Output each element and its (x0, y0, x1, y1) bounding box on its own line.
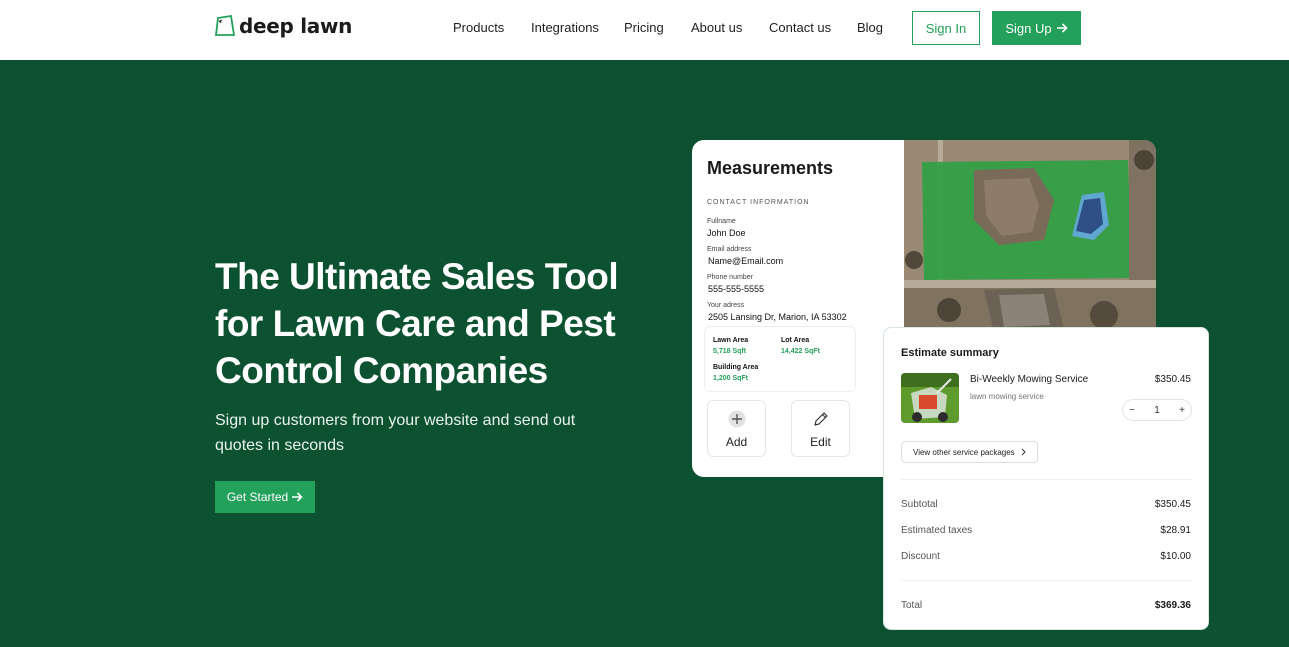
nav-pricing[interactable]: Pricing (624, 20, 664, 35)
lawn-area-value: 5,718 Sqft (713, 348, 747, 355)
nav-about-us[interactable]: About us (691, 20, 742, 35)
get-started-button[interactable]: Get Started (215, 481, 315, 513)
measurements-title: Measurements (707, 158, 834, 178)
nav-contact-us[interactable]: Contact us (769, 20, 831, 35)
total-value: $369.36 (1154, 600, 1191, 611)
logo-text: deep lawn (239, 14, 353, 38)
service-price: $350.45 (1154, 374, 1191, 385)
phone-label: Phone number (707, 274, 753, 281)
logo-icon (215, 15, 235, 36)
hero-title: The Ultimate Sales Tool for Lawn Care an… (215, 256, 619, 391)
quantity-value[interactable]: 1 (1154, 405, 1160, 416)
estimate-title: Estimate summary (901, 347, 999, 359)
email-label: Email address (707, 246, 752, 253)
plus-icon (728, 410, 745, 428)
add-button[interactable]: Add (707, 400, 766, 457)
lot-area-value: 14,422 SqFt (781, 348, 820, 355)
email-value[interactable]: Name@Email.com (708, 256, 783, 266)
nav-integrations[interactable]: Integrations (531, 20, 599, 35)
quantity-stepper: − 1 + (1122, 399, 1192, 421)
edit-label: Edit (810, 435, 831, 449)
taxes-label: Estimated taxes (901, 525, 973, 536)
estimate-summary-card: Estimate summary Bi-Weekly Mowing Servic… (883, 327, 1209, 630)
contact-info-heading: CONTACT INFORMATION (707, 199, 810, 206)
hero-subtitle: Sign up customers from your website and … (215, 412, 576, 454)
service-name: Bi-Weekly Mowing Service (970, 374, 1089, 385)
total-label: Total (901, 600, 923, 611)
arrow-right-icon (292, 492, 303, 502)
minus-icon[interactable]: − (1129, 405, 1135, 416)
discount-value: $10.00 (1160, 551, 1191, 562)
area-summary: Lawn Area 5,718 Sqft Lot Area 14,422 SqF… (704, 326, 856, 392)
top-navbar: deep lawn Products Integrations Pricing … (0, 0, 1289, 60)
taxes-value: $28.91 (1160, 525, 1191, 536)
building-area-value: 1,200 SqFt (713, 375, 749, 382)
lot-area-label: Lot Area (781, 337, 810, 344)
divider (901, 580, 1192, 581)
phone-value[interactable]: 555-555-5555 (708, 284, 764, 294)
fullname-label: Fullname (707, 218, 736, 225)
arrow-right-icon (1056, 23, 1068, 33)
subtotal-label: Subtotal (901, 499, 938, 510)
edit-button[interactable]: Edit (791, 400, 850, 457)
get-started-label: Get Started (226, 490, 289, 504)
building-area-label: Building Area (713, 364, 759, 371)
lawn-area-label: Lawn Area (713, 337, 749, 344)
sign-in-button[interactable]: Sign In (912, 11, 980, 45)
lawn-mower-image (901, 373, 959, 423)
service-description: lawn mowing service (970, 392, 1044, 401)
sign-up-button[interactable]: Sign Up (992, 11, 1081, 45)
pencil-icon (813, 412, 828, 426)
add-label: Add (725, 435, 748, 449)
nav-blog[interactable]: Blog (857, 20, 883, 35)
plus-icon[interactable]: + (1179, 405, 1185, 416)
view-packages-label: View other service packages (913, 447, 1015, 457)
address-value[interactable]: 2505 Lansing Dr, Marion, IA 53302 (708, 312, 847, 322)
view-packages-button[interactable]: View other service packages (901, 441, 1038, 463)
nav-products[interactable]: Products (453, 20, 504, 35)
address-label: Your adress (707, 302, 745, 309)
fullname-value[interactable]: John Doe (707, 228, 746, 238)
discount-label: Discount (901, 551, 940, 562)
service-thumbnail (901, 373, 959, 423)
logo[interactable]: deep lawn (215, 14, 352, 38)
chevron-right-icon (1021, 448, 1026, 456)
subtotal-value: $350.45 (1154, 499, 1191, 510)
divider (901, 479, 1192, 480)
sign-up-label: Sign Up (1005, 20, 1052, 36)
